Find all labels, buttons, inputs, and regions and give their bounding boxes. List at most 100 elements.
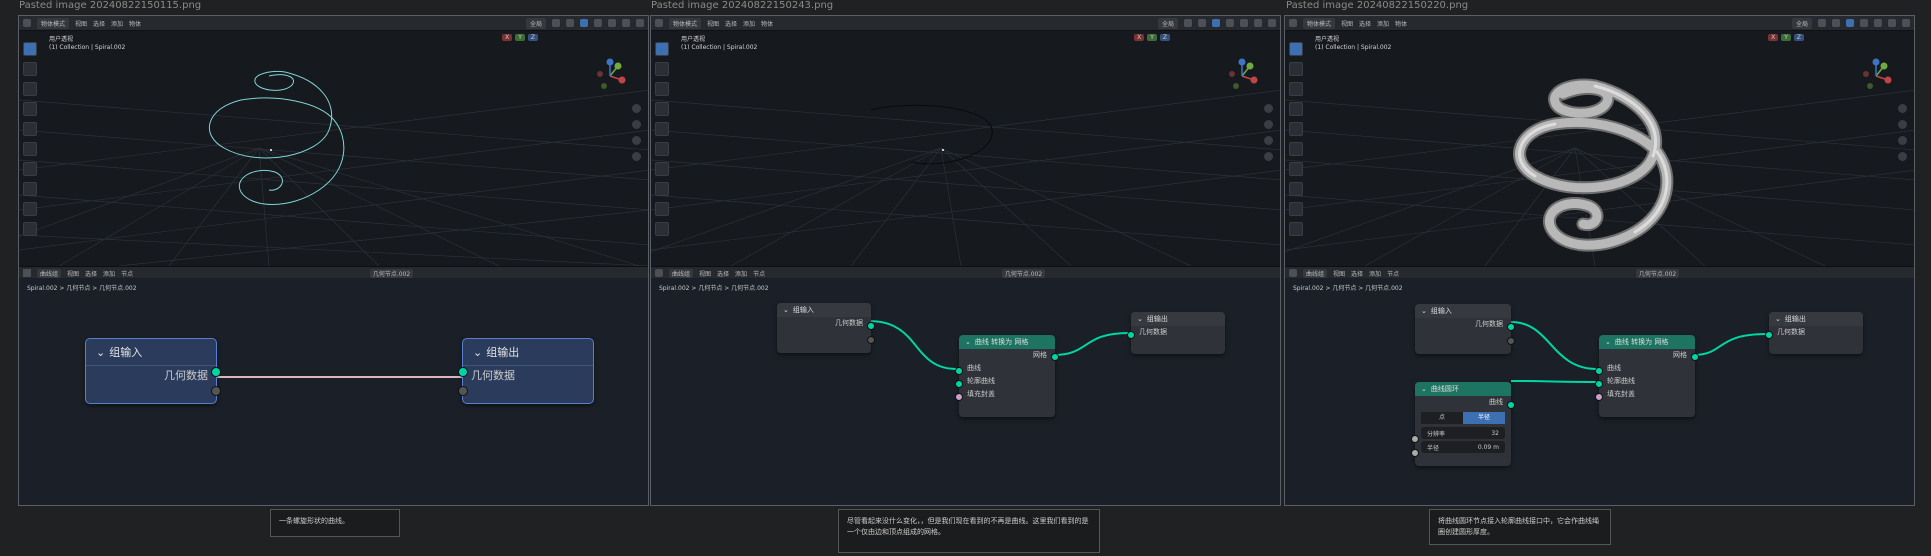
node-tree-selector[interactable]: 几何节点.002 <box>369 268 414 278</box>
curve-to-mesh-node[interactable]: ⌄ 曲线 转换为 网格 网格 曲线 轮廓曲线 填充封盖 <box>955 335 1059 417</box>
ne-menu-add[interactable]: 添加 <box>1369 269 1381 278</box>
empty-input-socket[interactable] <box>458 386 468 396</box>
group-input-node[interactable]: ⌄ 组输入 几何数据 <box>85 338 221 404</box>
node-editor-mode[interactable]: 曲线组 <box>669 268 694 278</box>
overlay-icon[interactable] <box>1846 19 1854 27</box>
measure-tool[interactable] <box>655 182 669 196</box>
proportional-icon[interactable] <box>1198 19 1206 27</box>
group-output-node[interactable]: ⌄ 组输出 几何数据 <box>458 338 594 404</box>
annotate-tool[interactable] <box>23 162 37 176</box>
mesh-output-socket[interactable] <box>1691 353 1699 361</box>
navigation-gizmo[interactable] <box>1224 58 1260 94</box>
mode-dropdown[interactable]: 物体模式 <box>1303 17 1336 29</box>
grid-icon[interactable] <box>1898 152 1907 161</box>
rotate-tool[interactable] <box>1289 102 1303 116</box>
collapse-chevron-icon[interactable]: ⌄ <box>965 338 971 346</box>
snap-icon[interactable] <box>1184 19 1192 27</box>
ne-menu-view[interactable]: 视图 <box>1333 269 1345 278</box>
transform-tool[interactable] <box>655 142 669 156</box>
geometry-input-socket[interactable] <box>1765 331 1773 339</box>
geometry-output-socket[interactable] <box>867 322 875 330</box>
measure-tool[interactable] <box>1289 182 1303 196</box>
3d-viewport[interactable]: 用户透视 (1) Collection | Spiral.002 <box>1285 30 1914 266</box>
zoom-icon[interactable] <box>632 104 641 113</box>
spiral-tube[interactable] <box>1513 78 1674 252</box>
ne-menu-view[interactable]: 视图 <box>67 269 79 278</box>
snap-icon[interactable] <box>1818 19 1826 27</box>
move-tool[interactable] <box>1289 82 1303 96</box>
geometry-input-socket[interactable] <box>1127 331 1135 339</box>
menu-view[interactable]: 视图 <box>75 21 87 28</box>
transform-orientation-dropdown[interactable]: 全局 <box>1791 17 1812 29</box>
group-output-node[interactable]: ⌄ 组输出 几何数据 <box>1127 312 1225 354</box>
xray-icon[interactable] <box>1226 19 1234 27</box>
spiral-curve[interactable] <box>208 71 345 205</box>
solid-shading-icon[interactable] <box>608 19 616 27</box>
radius-input-socket[interactable] <box>1411 449 1419 457</box>
select-box-tool[interactable] <box>1289 42 1303 56</box>
curve-input-socket[interactable] <box>955 367 963 375</box>
transform-orientation-dropdown[interactable]: 全局 <box>525 17 546 29</box>
mode-dropdown[interactable]: 物体模式 <box>669 17 702 29</box>
radius-mode-button[interactable]: 半径 <box>1463 412 1505 424</box>
xray-icon[interactable] <box>1860 19 1868 27</box>
cursor-tool[interactable] <box>655 62 669 76</box>
curve-input-socket[interactable] <box>1595 367 1603 375</box>
xray-icon[interactable] <box>594 19 602 27</box>
proportional-icon[interactable] <box>566 19 574 27</box>
grid-icon[interactable] <box>1264 152 1273 161</box>
menu-object[interactable]: 物体 <box>761 21 773 28</box>
annotate-tool[interactable] <box>655 162 669 176</box>
resolution-input-socket[interactable] <box>1411 435 1419 443</box>
ne-menu-select[interactable]: 选择 <box>1351 269 1363 278</box>
rotate-tool[interactable] <box>23 102 37 116</box>
3d-viewport[interactable]: 用户透视 (1) Collection | Spiral.002 <box>19 30 648 266</box>
material-shading-icon[interactable] <box>1888 19 1896 27</box>
curve-output-socket[interactable] <box>1507 401 1515 409</box>
rendered-shading-icon[interactable] <box>1268 19 1276 27</box>
group-input-node[interactable]: ⌄ 组输入 几何数据 <box>777 303 875 353</box>
transform-tool[interactable] <box>23 142 37 156</box>
menu-view[interactable]: 视图 <box>1341 21 1353 28</box>
3d-viewport[interactable]: 用户透视 (1) Collection | Spiral.002 <box>651 30 1280 266</box>
profile-curve-input-socket[interactable] <box>955 380 963 388</box>
menu-add[interactable]: 添加 <box>743 21 755 28</box>
node-editor-type-icon[interactable] <box>23 269 31 277</box>
add-cube-tool[interactable] <box>1289 202 1303 216</box>
ne-menu-add[interactable]: 添加 <box>103 269 115 278</box>
mode-dropdown[interactable]: 物体模式 <box>37 17 70 29</box>
camera-icon[interactable] <box>632 136 641 145</box>
navigation-gizmo[interactable] <box>592 58 628 94</box>
transform-orientation-dropdown[interactable]: 全局 <box>1157 17 1178 29</box>
collapse-chevron-icon[interactable]: ⌄ <box>1137 315 1143 323</box>
node-tree-selector[interactable]: 几何节点.002 <box>1635 268 1680 278</box>
editor-type-icon[interactable] <box>655 19 663 27</box>
editor-type-icon[interactable] <box>1289 19 1297 27</box>
geometry-input-socket[interactable] <box>458 367 468 377</box>
ne-menu-node[interactable]: 节点 <box>1387 269 1399 278</box>
rendered-shading-icon[interactable] <box>636 19 644 27</box>
zoom-icon[interactable] <box>1898 104 1907 113</box>
rendered-shading-icon[interactable] <box>1902 19 1910 27</box>
material-shading-icon[interactable] <box>622 19 630 27</box>
empty-output-socket[interactable] <box>211 386 221 396</box>
select-box-tool[interactable] <box>655 42 669 56</box>
cursor-tool[interactable] <box>23 62 37 76</box>
node-editor-mode[interactable]: 曲线组 <box>1303 268 1328 278</box>
editor-type-icon[interactable] <box>23 19 31 27</box>
menu-add[interactable]: 添加 <box>111 21 123 28</box>
menu-view[interactable]: 视图 <box>707 21 719 28</box>
material-shading-icon[interactable] <box>1254 19 1262 27</box>
scale-tool[interactable] <box>23 122 37 136</box>
proportional-icon[interactable] <box>1832 19 1840 27</box>
menu-object[interactable]: 物体 <box>129 21 141 28</box>
menu-object[interactable]: 物体 <box>1395 21 1407 28</box>
camera-icon[interactable] <box>1898 136 1907 145</box>
mesh-output-socket[interactable] <box>1051 353 1059 361</box>
curve-to-mesh-node[interactable]: ⌄ 曲线 转换为 网格 网格 曲线 轮廓曲线 填充封盖 <box>1595 335 1699 417</box>
menu-add[interactable]: 添加 <box>1377 21 1389 28</box>
overlay-icon[interactable] <box>580 19 588 27</box>
collapse-chevron-icon[interactable]: ⌄ <box>473 346 482 359</box>
collapse-chevron-icon[interactable]: ⌄ <box>1421 307 1427 315</box>
scale-tool[interactable] <box>655 122 669 136</box>
